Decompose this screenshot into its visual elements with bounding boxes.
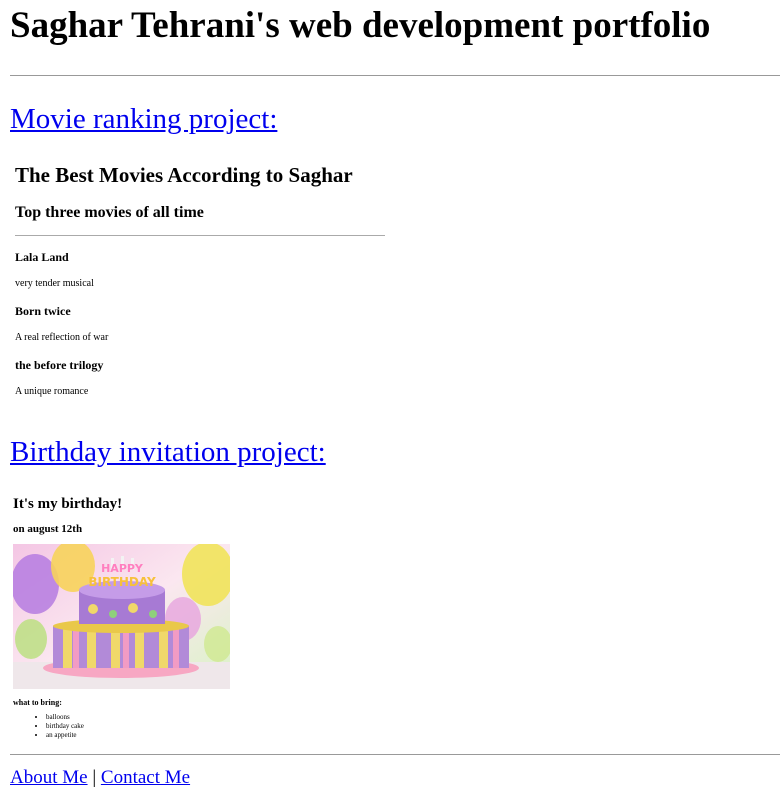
birthday-cake-image: HAPPY BIRTHDAY	[13, 544, 230, 689]
top-divider	[10, 75, 780, 76]
bottom-divider	[10, 754, 780, 755]
page-title: Saghar Tehrani's web development portfol…	[10, 5, 711, 46]
movie-page-subtitle: Top three movies of all time	[15, 204, 204, 221]
movie-project-link[interactable]: Movie ranking project:	[10, 103, 277, 135]
contact-me-link[interactable]: Contact Me	[101, 767, 190, 788]
movie-page-title: The Best Movies According to Saghar	[15, 163, 353, 187]
movie-name-2: Born twice	[15, 304, 71, 318]
birthday-title: It's my birthday!	[13, 496, 123, 512]
list-item: birthday cake	[46, 722, 84, 731]
movie-name-1: Lala Land	[15, 250, 69, 264]
svg-text:BIRTHDAY: BIRTHDAY	[88, 575, 156, 589]
bring-list: balloons birthday cake an appetite	[13, 713, 84, 740]
movie-description-2: A real reflection of war	[15, 332, 109, 343]
birthday-project-link[interactable]: Birthday invitation project:	[10, 436, 326, 468]
movie-divider	[15, 235, 385, 236]
footer: About Me | Contact Me	[10, 766, 190, 790]
birthday-project-heading: Birthday invitation project:	[10, 435, 326, 469]
movie-description-1: very tender musical	[15, 278, 94, 289]
about-me-link[interactable]: About Me	[10, 767, 88, 788]
movie-name-3: the before trilogy	[15, 358, 104, 372]
list-item: balloons	[46, 713, 84, 722]
footer-separator: |	[92, 767, 97, 788]
list-item: an appetite	[46, 731, 84, 740]
birthday-date: on august 12th	[13, 523, 83, 535]
movie-project-preview: The Best Movies According to Saghar	[15, 162, 387, 188]
svg-text:HAPPY: HAPPY	[101, 562, 144, 575]
movie-description-3: A unique romance	[15, 386, 89, 397]
bring-label: what to bring:	[13, 698, 62, 707]
movie-project-heading: Movie ranking project:	[10, 102, 277, 136]
